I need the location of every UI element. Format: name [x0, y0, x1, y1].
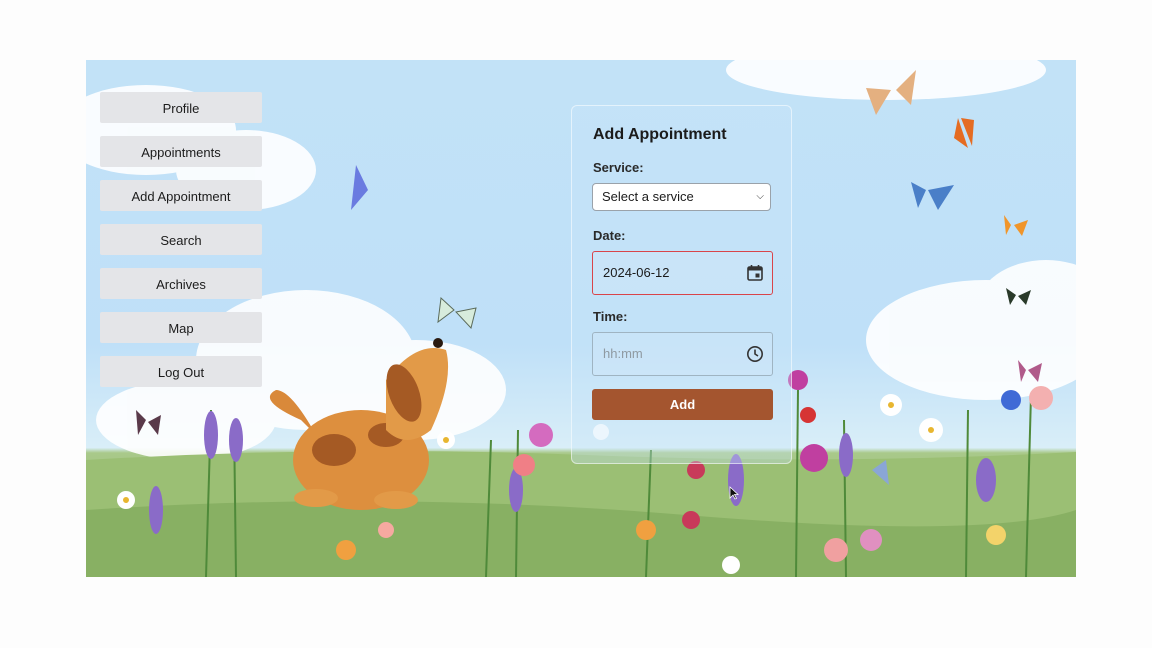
chevron-down-icon: ⌵ — [756, 191, 764, 202]
sidebar-nav: Profile Appointments Add Appointment Sea… — [100, 92, 262, 400]
calendar-icon[interactable] — [746, 264, 764, 282]
background-scene: Profile Appointments Add Appointment Sea… — [86, 60, 1076, 577]
time-input-placeholder: hh:mm — [603, 346, 643, 361]
service-label: Service: — [593, 160, 644, 175]
time-label: Time: — [593, 309, 628, 324]
service-select[interactable]: Select a service ⌵ — [592, 183, 771, 211]
clock-icon[interactable] — [746, 345, 764, 363]
add-appointment-form: Add Appointment Service: Select a servic… — [571, 105, 792, 464]
service-select-value: Select a service — [602, 189, 694, 204]
nav-log-out-button[interactable]: Log Out — [100, 356, 262, 387]
nav-archives-button[interactable]: Archives — [100, 268, 262, 299]
nav-map-button[interactable]: Map — [100, 312, 262, 343]
date-input-value: 2024-06-12 — [603, 265, 670, 280]
time-input[interactable]: hh:mm — [592, 332, 773, 376]
nav-search-button[interactable]: Search — [100, 224, 262, 255]
nav-profile-button[interactable]: Profile — [100, 92, 262, 123]
date-input[interactable]: 2024-06-12 — [592, 251, 773, 295]
mouse-cursor-icon — [729, 486, 739, 500]
date-label: Date: — [593, 228, 626, 243]
add-button[interactable]: Add — [592, 389, 773, 420]
form-title: Add Appointment — [593, 126, 727, 143]
nav-appointments-button[interactable]: Appointments — [100, 136, 262, 167]
nav-add-appointment-button[interactable]: Add Appointment — [100, 180, 262, 211]
